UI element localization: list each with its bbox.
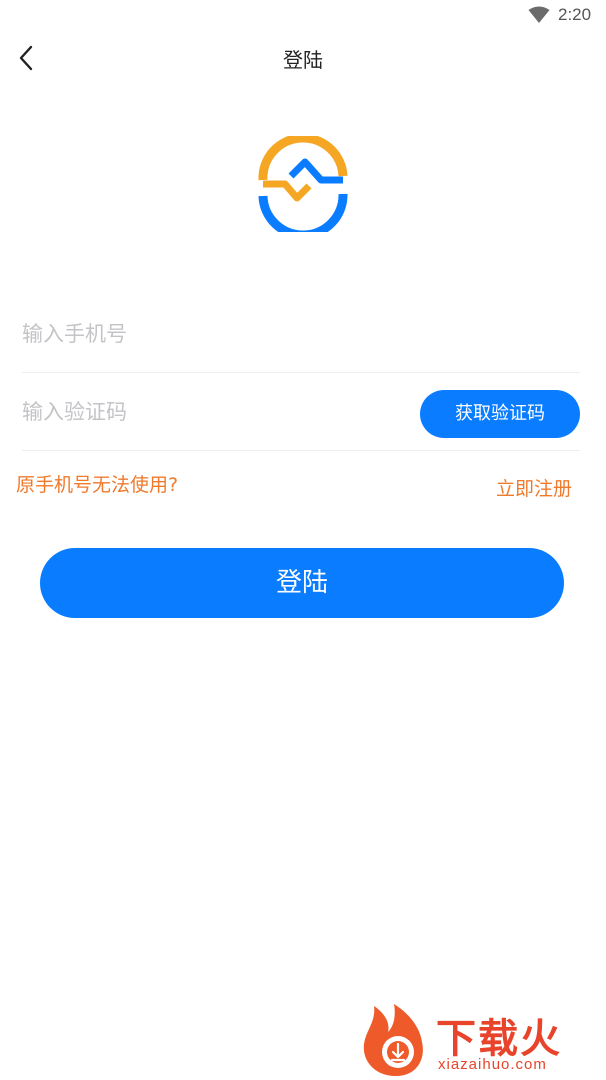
register-link[interactable]: 立即注册: [496, 474, 572, 501]
phone-input[interactable]: [22, 316, 562, 352]
phone-unusable-link[interactable]: 原手机号无法使用?: [16, 470, 178, 497]
page-title: 登陆: [283, 48, 323, 72]
verification-code-input[interactable]: [22, 394, 402, 430]
watermark-subtext: xiazaihuo.com: [438, 1056, 547, 1073]
get-code-button[interactable]: 获取验证码: [420, 390, 580, 438]
login-button[interactable]: 登陆: [40, 548, 564, 618]
status-time: 2:20: [558, 5, 592, 24]
flame-download-icon: [363, 1004, 423, 1076]
wifi-icon: [528, 6, 550, 23]
code-input-row: 获取验证码: [22, 374, 580, 451]
phone-input-row: [22, 296, 580, 373]
header: 登陆: [0, 34, 606, 82]
app-logo: [258, 136, 348, 232]
status-bar: 2:20: [0, 0, 606, 32]
watermark: 下载火 xiazaihuo.com: [360, 998, 600, 1078]
